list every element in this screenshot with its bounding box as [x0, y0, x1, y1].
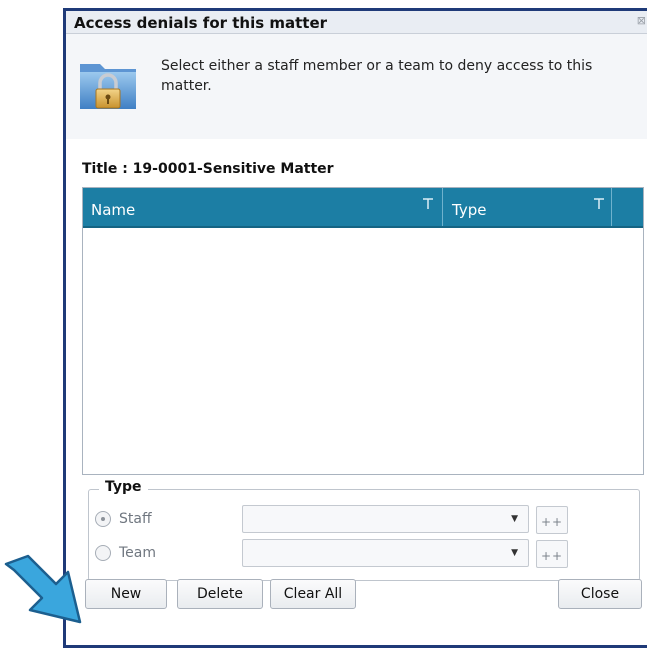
type-group: Type Staff ▼ ++ Team ▼ ++: [88, 479, 640, 581]
dialog-instructions: Select either a staff member or a team t…: [161, 58, 593, 94]
pointer-arrow-icon: [4, 554, 82, 624]
staff-radio[interactable]: [95, 511, 111, 527]
dialog-title: Access denials for this matter: [74, 14, 328, 32]
clear-all-button[interactable]: Clear All: [270, 579, 356, 609]
chevron-down-icon[interactable]: ▼: [511, 514, 518, 524]
grid-header: Name Type: [83, 188, 643, 228]
delete-button[interactable]: Delete: [177, 579, 263, 609]
column-header-type[interactable]: Type: [444, 188, 612, 226]
dialog-header: Select either a staff member or a team t…: [66, 34, 647, 139]
add-team-button[interactable]: ++: [536, 540, 568, 568]
matter-title: Title : 19-0001-Sensitive Matter: [82, 161, 334, 177]
team-select[interactable]: ▼: [242, 539, 529, 567]
column-header-name[interactable]: Name: [83, 188, 443, 226]
filter-icon[interactable]: [422, 198, 434, 210]
staff-select[interactable]: ▼: [242, 505, 529, 533]
staff-radio-label[interactable]: Staff: [119, 511, 152, 527]
close-button[interactable]: Close: [558, 579, 642, 609]
locked-folder-icon: [80, 64, 136, 109]
access-denials-grid[interactable]: Name Type: [82, 187, 644, 475]
grid-body[interactable]: [83, 228, 643, 474]
column-header-label: Type: [452, 201, 487, 219]
chevron-down-icon[interactable]: ▼: [511, 548, 518, 558]
add-staff-button[interactable]: ++: [536, 506, 568, 534]
type-group-legend: Type: [99, 479, 148, 495]
column-header-label: Name: [91, 201, 136, 219]
close-icon[interactable]: ⊠: [637, 14, 646, 27]
dialog-titlebar: Access denials for this matter ⊠: [66, 11, 647, 34]
filter-icon[interactable]: [593, 198, 605, 210]
access-denials-dialog: Access denials for this matter ⊠ Select: [63, 8, 647, 648]
team-radio-label[interactable]: Team: [119, 545, 156, 561]
